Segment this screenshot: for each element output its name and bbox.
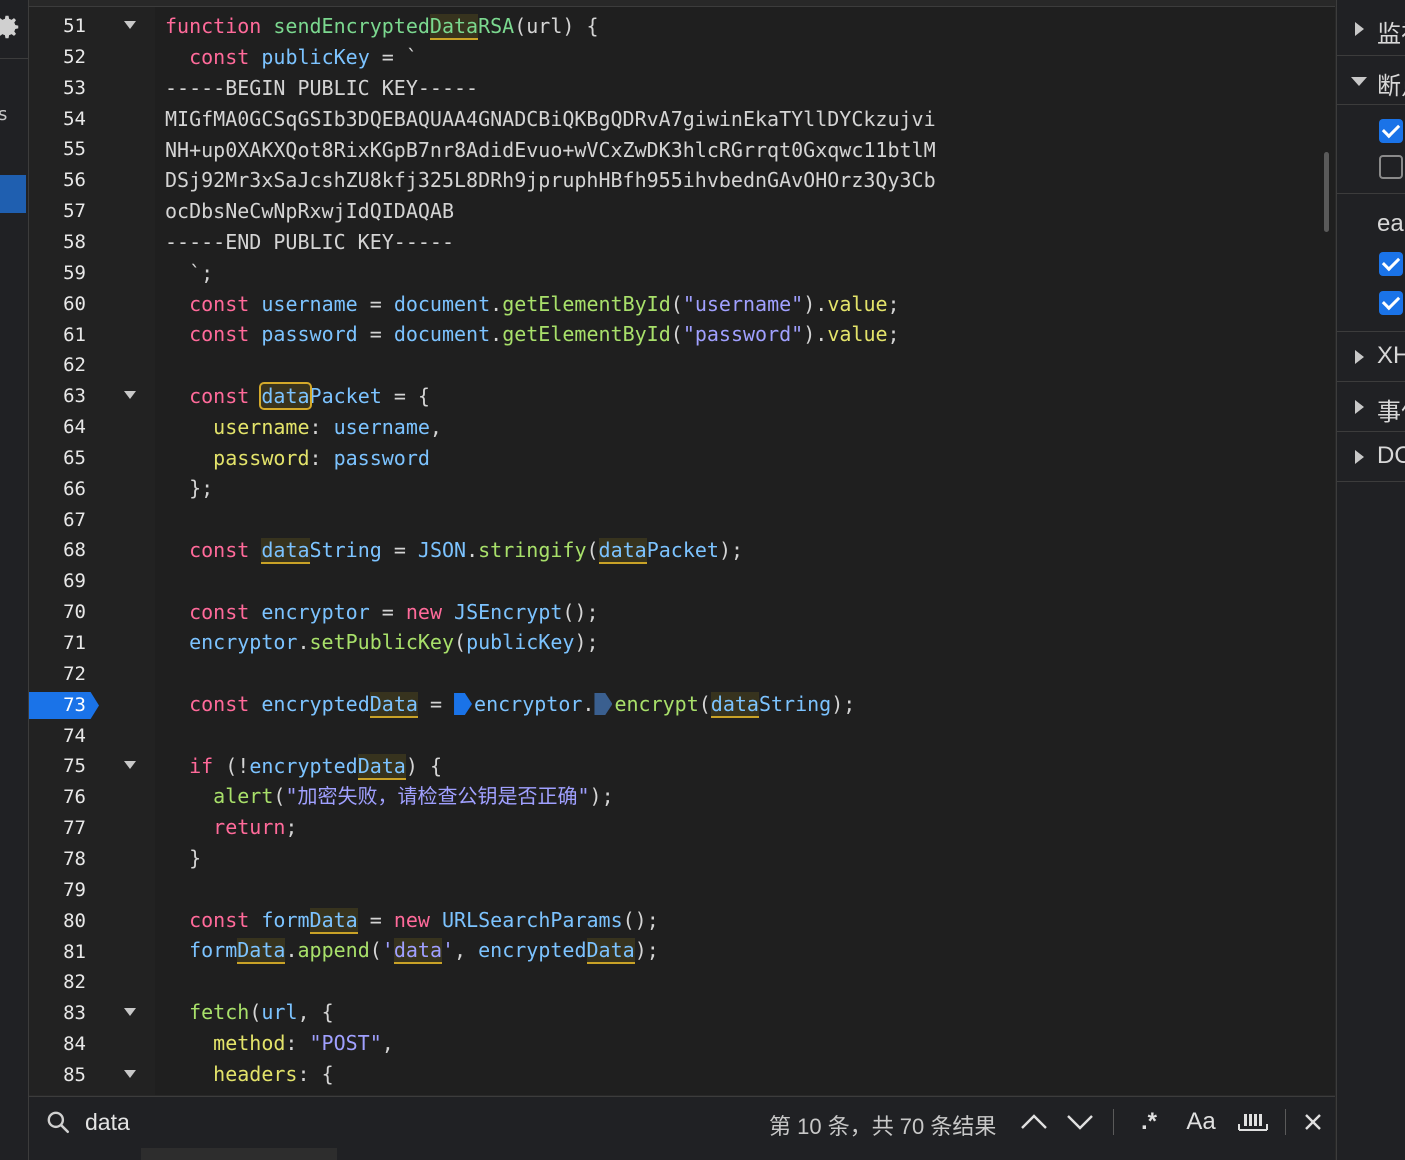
breakpoint-checkbox-1[interactable]: [1379, 119, 1403, 143]
section-label-dom: DOM: [1377, 442, 1405, 469]
code-line-54[interactable]: MIGfMA0GCSqGSIb3DQEBAQUAA4GNADCBiQKBgQDR…: [29, 104, 1335, 135]
search-match-count: 第 10 条，共 70 条结果: [769, 1114, 997, 1139]
close-search-button[interactable]: [1297, 1105, 1329, 1139]
code-line-73[interactable]: const encryptedData = encryptor. encrypt(…: [29, 689, 1335, 720]
code-line-68[interactable]: const dataString = JSON.stringify(dataPa…: [29, 535, 1335, 566]
sidebar-active-item[interactable]: [0, 175, 26, 213]
code-line-81[interactable]: formData.append('data', encryptedData);: [29, 935, 1335, 966]
code-line-56[interactable]: DSj92Mr3xSaJcshZU8kfj325L8DRh9jpruphHBfh…: [29, 165, 1335, 196]
expand-arrow-icon[interactable]: [1355, 350, 1364, 364]
whole-word-button[interactable]: [1235, 1105, 1271, 1139]
match-case-button[interactable]: Aa: [1181, 1105, 1221, 1139]
gutter-row[interactable]: 82: [29, 967, 1335, 998]
code-line-71[interactable]: encryptor.setPublicKey(publicKey);: [29, 627, 1335, 658]
expand-arrow-icon[interactable]: [1355, 450, 1364, 464]
gutter-row[interactable]: 69: [29, 566, 1335, 597]
expand-arrow-icon[interactable]: [1355, 22, 1364, 36]
code-line-55[interactable]: NH+up0XAKXQot8RixKGpB7nr8AdidEvuo+wVCxZw…: [29, 135, 1335, 166]
section-breakpoints[interactable]: 断点: [1337, 56, 1405, 105]
section-xhr-breakpoints[interactable]: XHR: [1337, 332, 1405, 382]
code-line-63[interactable]: const dataPacket = {: [29, 381, 1335, 412]
whole-word-icon: [1238, 1114, 1268, 1131]
close-icon: [1305, 1114, 1321, 1130]
breakpoint-list-2: ea: [1337, 194, 1405, 332]
code-line-76[interactable]: alert("加密失败，请检查公钥是否正确");: [29, 781, 1335, 812]
collapse-arrow-icon[interactable]: [1351, 77, 1367, 86]
code-line-77[interactable]: return;: [29, 812, 1335, 843]
code-line-53[interactable]: -----BEGIN PUBLIC KEY-----: [29, 73, 1335, 104]
code-line-70[interactable]: const encryptor = new JSEncrypt();: [29, 597, 1335, 628]
drawer-tabstrip: [29, 1146, 1335, 1160]
line-number[interactable]: 73: [29, 690, 86, 721]
code-line-64[interactable]: username: username,: [29, 412, 1335, 443]
code-line-51[interactable]: function sendEncryptedDataRSA(url) {: [29, 11, 1335, 42]
section-label-watch: 监视: [1377, 21, 1405, 48]
expand-arrow-icon[interactable]: [1355, 400, 1364, 414]
gutter-row[interactable]: 62: [29, 350, 1335, 381]
breakpoint-checkbox-3[interactable]: [1379, 252, 1403, 276]
breakpoint-checkbox-2[interactable]: [1379, 155, 1403, 179]
code-line-52[interactable]: const publicKey = `: [29, 42, 1335, 73]
breakpoint-file-label: ea: [1377, 210, 1404, 237]
section-event-breakpoints[interactable]: 事件: [1337, 382, 1405, 432]
gear-icon[interactable]: [0, 12, 22, 42]
code-line-61[interactable]: const password = document.getElementById…: [29, 319, 1335, 350]
search-icon: [47, 1111, 70, 1134]
gutter-row[interactable]: 74: [29, 721, 1335, 752]
debugger-sidebar: 监视 断点 ea XHR 事件 DOM: [1336, 0, 1405, 1160]
search-input[interactable]: [83, 1105, 687, 1139]
code-line-84[interactable]: method: "POST",: [29, 1028, 1335, 1059]
breakpoint-checkbox-4[interactable]: [1379, 291, 1403, 315]
code-line-75[interactable]: if (!encryptedData) {: [29, 751, 1335, 782]
inline-breakpoint-marker[interactable]: [454, 693, 473, 715]
section-watch[interactable]: 监视: [1337, 0, 1405, 56]
breakpoint-list-1: [1337, 105, 1405, 194]
gutter-row[interactable]: 79: [29, 875, 1335, 906]
section-dom-breakpoints[interactable]: DOM: [1337, 432, 1405, 482]
regex-toggle-button[interactable]: .*: [1131, 1105, 1167, 1139]
gutter-row[interactable]: 72: [29, 659, 1335, 690]
sidebar-partial-label: s: [0, 104, 7, 125]
gutter-row[interactable]: 67: [29, 505, 1335, 536]
drawer-tab[interactable]: [141, 1148, 337, 1160]
chevron-up-icon: [1021, 1114, 1047, 1129]
section-label-xhr: XHR: [1377, 342, 1405, 369]
next-match-button[interactable]: [1063, 1105, 1097, 1139]
chevron-down-icon: [1067, 1115, 1093, 1130]
code-line-83[interactable]: fetch(url, {: [29, 997, 1335, 1028]
search-bar: 第 10 条，共 70 条结果 .* Aa: [29, 1096, 1335, 1147]
code-editor[interactable]: 51 52 53 54 55 56 57 58 59 60 61 62 63 64 65 66 67 68 69 70…: [29, 6, 1335, 1095]
previous-match-button[interactable]: [1017, 1105, 1051, 1139]
code-line-85[interactable]: headers: {: [29, 1059, 1335, 1090]
editor-vertical-scrollbar[interactable]: [1324, 152, 1329, 232]
code-line-60[interactable]: const username = document.getElementById…: [29, 289, 1335, 320]
code-line-59[interactable]: `;: [29, 258, 1335, 289]
section-label-breakpoints: 断点: [1377, 73, 1405, 100]
inline-breakpoint-marker-inactive[interactable]: [594, 693, 613, 715]
code-line-65[interactable]: password: password: [29, 443, 1335, 474]
code-line-78[interactable]: }: [29, 843, 1335, 874]
code-line-58[interactable]: -----END PUBLIC KEY-----: [29, 227, 1335, 258]
left-activity-strip: s: [0, 0, 29, 1160]
section-label-events: 事件: [1377, 399, 1405, 426]
code-line-80[interactable]: const formData = new URLSearchParams();: [29, 905, 1335, 936]
code-line-57[interactable]: ocDbsNeCwNpRxwjIdQIDAQAB: [29, 196, 1335, 227]
code-line-66[interactable]: };: [29, 473, 1335, 504]
